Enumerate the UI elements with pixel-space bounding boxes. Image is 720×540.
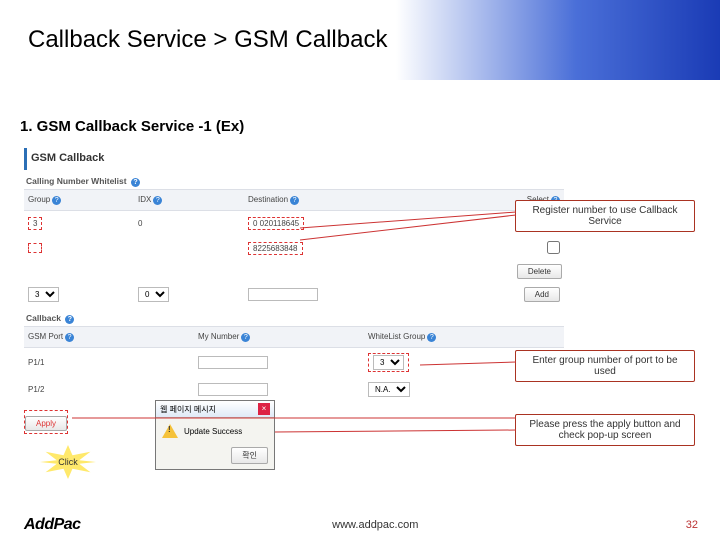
group-select[interactable]: 3: [28, 287, 59, 302]
callback-section-label: Callback ?: [24, 307, 564, 326]
whitelist-section-label: Calling Number Whitelist ?: [24, 170, 564, 189]
idx-select[interactable]: 0: [138, 287, 169, 302]
mynumber-input[interactable]: [198, 356, 268, 369]
page-title: Callback Service > GSM Callback: [28, 26, 387, 54]
delete-button[interactable]: Delete: [517, 264, 562, 279]
mynumber-input[interactable]: [198, 383, 268, 396]
title-band: Callback Service > GSM Callback: [0, 0, 720, 80]
group-value-empty: [28, 243, 42, 253]
apply-highlight: Apply: [24, 410, 68, 434]
whitelist-group-select[interactable]: 3: [373, 355, 404, 370]
help-icon[interactable]: ?: [427, 333, 436, 342]
warning-icon: [162, 424, 178, 438]
help-icon[interactable]: ?: [65, 315, 74, 324]
whitelist-group-select-wrap: 3: [368, 353, 409, 372]
footer: AddPac www.addpac.com 32: [0, 516, 720, 534]
destination-value: 0 020118645: [248, 217, 304, 230]
footer-url: www.addpac.com: [81, 519, 670, 531]
subtitle: 1. GSM Callback Service -1 (Ex): [20, 118, 244, 135]
apply-wrap: Apply: [24, 410, 68, 434]
popup-title: 웹 페이지 메시지: [160, 404, 216, 415]
row-select-checkbox[interactable]: [547, 241, 560, 254]
callback-row: P1/2 N.A.: [24, 377, 564, 402]
help-icon[interactable]: ?: [52, 196, 61, 205]
callout-apply: Please press the apply button and check …: [515, 414, 695, 446]
popup-message: Update Success: [184, 427, 242, 436]
callout-group: Enter group number of port to be used: [515, 350, 695, 382]
click-star: Click: [40, 445, 96, 479]
help-icon[interactable]: ?: [241, 333, 250, 342]
panel-heading: GSM Callback: [24, 148, 564, 170]
whitelist-row: 8225683848: [24, 236, 564, 261]
whitelist-actions: Delete: [24, 261, 564, 282]
ok-button[interactable]: 확인: [231, 447, 268, 464]
whitelist-add-row: 3 0 Add: [24, 282, 564, 307]
page-number: 32: [670, 519, 720, 531]
callback-header-row: GSM Port? My Number? WhiteList Group?: [24, 326, 564, 348]
help-icon[interactable]: ?: [290, 196, 299, 205]
logo: AddPac: [0, 516, 81, 534]
help-icon[interactable]: ?: [131, 178, 140, 187]
help-icon[interactable]: ?: [153, 196, 162, 205]
close-icon[interactable]: ×: [258, 403, 270, 415]
destination-value: 8225683848: [248, 242, 303, 255]
whitelist-header-row: Group? IDX? Destination? Select?: [24, 189, 564, 211]
callback-row: P1/1 3: [24, 348, 564, 377]
confirm-popup: 웹 페이지 메시지 × Update Success 확인: [155, 400, 275, 470]
whitelist-row: 3 0 0 020118645: [24, 211, 564, 236]
help-icon[interactable]: ?: [65, 333, 74, 342]
whitelist-group-select[interactable]: N.A.: [368, 382, 410, 397]
callout-register: Register number to use Callback Service: [515, 200, 695, 232]
group-value: 3: [28, 217, 42, 230]
destination-input[interactable]: [248, 288, 318, 301]
apply-button[interactable]: Apply: [25, 416, 67, 431]
config-panel: GSM Callback Calling Number Whitelist ? …: [24, 148, 564, 402]
add-button[interactable]: Add: [524, 287, 560, 302]
